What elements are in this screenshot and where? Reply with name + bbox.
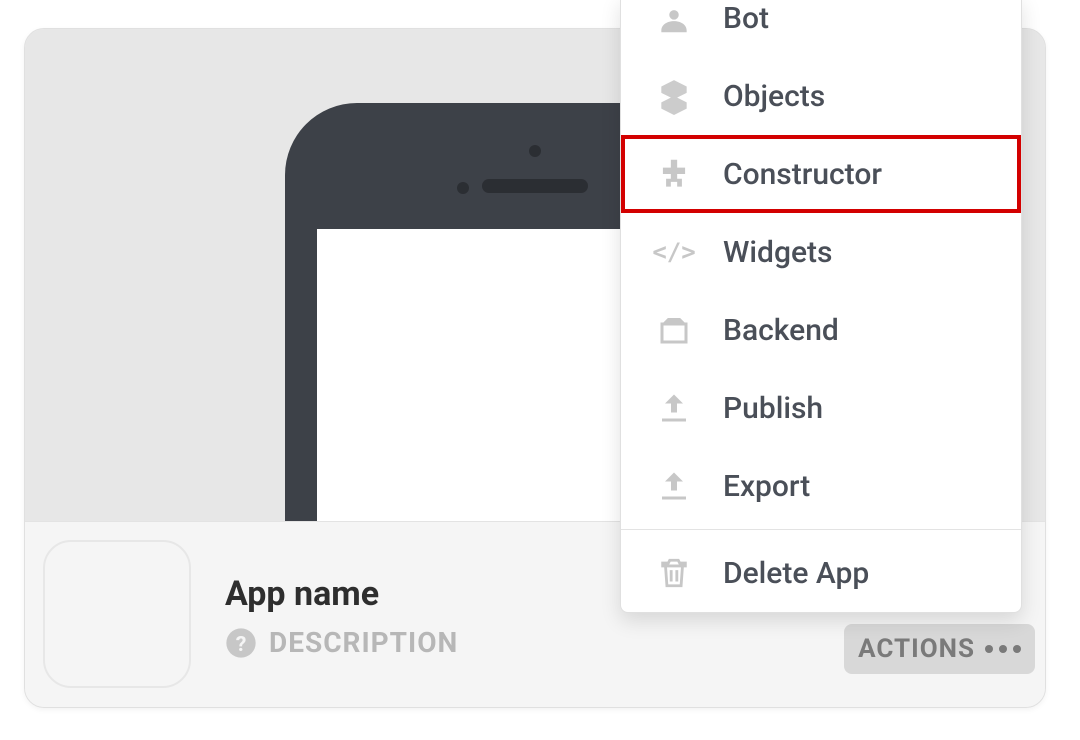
description-row: ? DESCRIPTION: [225, 626, 458, 659]
publish-icon: [655, 389, 693, 427]
menu-item-label: Bot: [723, 1, 769, 36]
menu-item-label: Widgets: [723, 235, 832, 270]
menu-item-label: Backend: [723, 313, 839, 348]
menu-item-label: Export: [723, 469, 810, 504]
speaker-icon: [482, 179, 588, 193]
menu-item-bot[interactable]: Bot: [621, 0, 1021, 57]
objects-icon: [655, 77, 693, 115]
menu-item-widgets[interactable]: </> Widgets: [621, 213, 1021, 291]
menu-item-constructor[interactable]: Constructor: [621, 135, 1021, 213]
app-title: App name: [225, 574, 379, 614]
actions-dropdown: Bot Objects Constructor </> Widgets Back…: [620, 0, 1022, 613]
menu-item-label: Constructor: [723, 157, 882, 192]
actions-label: ACTIONS: [858, 634, 975, 664]
widgets-icon: </>: [655, 233, 693, 271]
menu-item-label: Objects: [723, 79, 825, 114]
menu-item-label: Publish: [723, 391, 823, 426]
export-icon: [655, 467, 693, 505]
menu-item-delete[interactable]: Delete App: [621, 534, 1021, 612]
menu-item-export[interactable]: Export: [621, 447, 1021, 525]
menu-item-backend[interactable]: Backend: [621, 291, 1021, 369]
actions-button[interactable]: ACTIONS: [844, 624, 1035, 674]
menu-divider: [621, 529, 1021, 530]
sensor-dot-icon: [457, 182, 469, 194]
constructor-icon: [655, 155, 693, 193]
menu-item-label: Delete App: [723, 556, 869, 591]
svg-text:?: ?: [236, 632, 247, 657]
help-icon[interactable]: ?: [225, 627, 257, 659]
trash-icon: [655, 554, 693, 592]
menu-item-publish[interactable]: Publish: [621, 369, 1021, 447]
description-label: DESCRIPTION: [269, 626, 458, 659]
bot-icon: [655, 0, 693, 37]
backend-icon: [655, 311, 693, 349]
ellipsis-icon: [985, 645, 1021, 653]
menu-item-objects[interactable]: Objects: [621, 57, 1021, 135]
app-thumbnail[interactable]: [43, 540, 191, 688]
